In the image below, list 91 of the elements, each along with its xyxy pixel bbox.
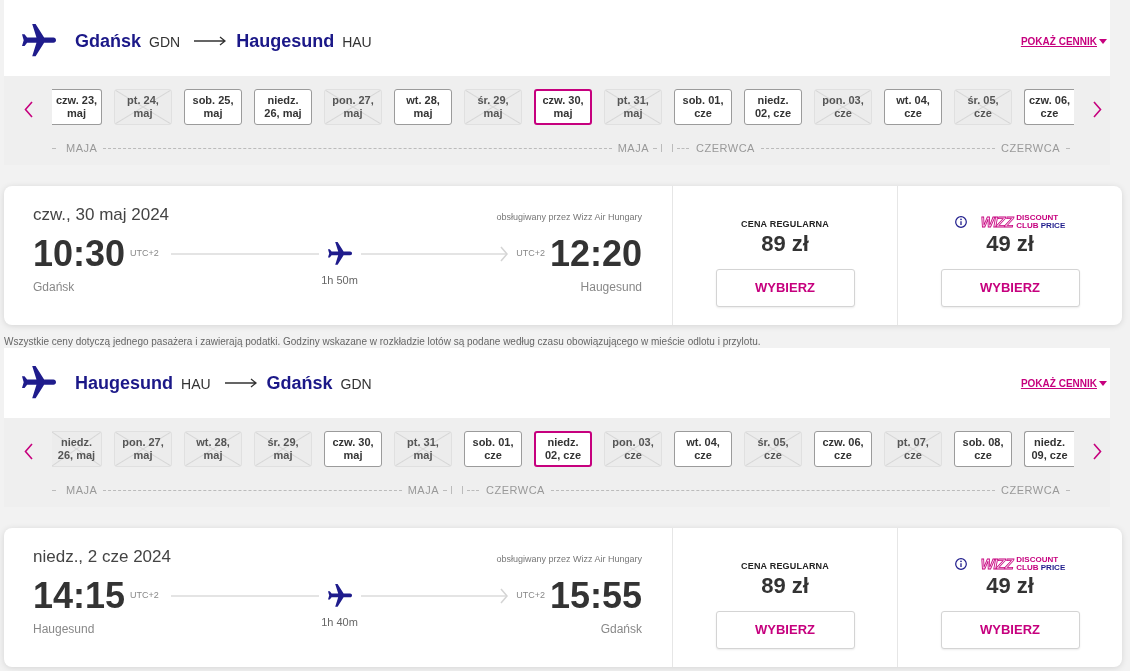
timezone-label: UTC+2 <box>516 589 545 603</box>
date-chip: śr. 05, cze <box>744 431 802 467</box>
fare-price: 49 zł <box>986 232 1034 256</box>
origin-city: Gdańsk <box>33 280 76 294</box>
fare-price: 89 zł <box>761 232 809 256</box>
date-chip: pon. 27, maj <box>324 89 382 125</box>
operator-text: obsługiwany przez Wizz Air Hungary <box>496 212 642 223</box>
select-button[interactable]: WYBIERZ <box>940 611 1080 649</box>
date-chip[interactable]: czw. 23, maj <box>52 89 102 125</box>
date-chip: pt. 24, maj <box>114 89 172 125</box>
origin-code: GDN <box>149 32 181 52</box>
operator-text: obsługiwany przez Wizz Air Hungary <box>496 554 642 565</box>
date-chip: pt. 31, maj <box>604 89 662 125</box>
date-chip[interactable]: sob. 25, maj <box>184 89 242 125</box>
date-chip[interactable]: wt. 28, maj <box>394 89 452 125</box>
flight-date: czw., 30 maj 2024 <box>33 204 170 226</box>
origin-city: Gdańsk <box>75 29 142 53</box>
departure-time: 10:30 <box>33 234 126 274</box>
chevron-left-icon[interactable] <box>24 101 33 118</box>
date-chip[interactable]: niedz. 26, maj <box>254 89 312 125</box>
caret-icon <box>1099 38 1107 44</box>
caret-icon <box>1099 380 1107 386</box>
arrow-icon <box>224 378 257 388</box>
date-chip: pon. 03, cze <box>604 431 662 467</box>
flight-date: niedz., 2 cze 2024 <box>33 546 171 568</box>
origin-city: Haugesund <box>75 371 173 395</box>
month-label: CZERWCA <box>696 140 755 156</box>
date-chip[interactable]: sob. 01, cze <box>464 431 522 467</box>
select-button[interactable]: WYBIERZ <box>715 611 855 649</box>
info-icon[interactable] <box>954 216 967 228</box>
price-table-link[interactable]: POKAŻ CENNIK <box>1020 33 1107 49</box>
month-label: CZERWCA <box>1001 140 1060 156</box>
destination-code: GDN <box>340 374 372 394</box>
date-chip: pt. 07, cze <box>884 431 942 467</box>
fare-price: 49 zł <box>986 574 1034 598</box>
arrow-icon <box>194 36 227 46</box>
arrival-time: 15:55 <box>549 576 642 616</box>
select-button[interactable]: WYBIERZ <box>940 269 1080 307</box>
info-icon[interactable] <box>954 558 967 570</box>
month-label: CZERWCA <box>486 482 545 498</box>
month-label: MAJA <box>407 482 439 498</box>
destination-city: Gdańsk <box>600 622 642 636</box>
airplane-icon <box>22 366 56 400</box>
month-label: MAJA <box>66 140 98 156</box>
date-chip[interactable]: czw. 06, cze <box>1024 89 1074 125</box>
date-chip[interactable]: niedz. 02, cze <box>744 89 802 125</box>
departure-time: 14:15 <box>33 576 126 616</box>
date-chip: wt. 28, maj <box>184 431 242 467</box>
fare-title: CENA REGULARNA <box>741 560 829 572</box>
month-label: CZERWCA <box>1001 482 1060 498</box>
disclaimer-text: Wszystkie ceny dotyczą jednego pasażera i zawierają podatki. Godziny wskazane w rozkładzie lotów są podane według czasu obowiązującego w mieście odlotu i przylotu. <box>4 335 762 348</box>
date-chip[interactable]: czw. 30, maj <box>324 431 382 467</box>
destination-city: Gdańsk <box>266 371 333 395</box>
date-chip[interactable]: niedz. 02, cze <box>534 431 592 467</box>
timezone-label: UTC+2 <box>130 589 159 603</box>
fare-price: 89 zł <box>761 574 809 598</box>
destination-city: Haugesund <box>236 29 335 53</box>
date-chip: pon. 03, cze <box>814 89 872 125</box>
chevron-left-icon[interactable] <box>24 443 33 460</box>
timezone-label: UTC+2 <box>516 247 545 261</box>
fare-title: CENA REGULARNA <box>741 218 829 230</box>
date-chip: pon. 27, maj <box>114 431 172 467</box>
destination-code: HAU <box>342 32 372 52</box>
timezone-label: UTC+2 <box>130 247 159 261</box>
date-chip[interactable]: niedz. 09, cze <box>1024 431 1074 467</box>
origin-city: Haugesund <box>33 622 96 636</box>
flight-duration: 1h 40m <box>321 616 358 628</box>
arrival-time: 12:20 <box>549 234 642 274</box>
month-label: MAJA <box>617 140 649 156</box>
flight-duration: 1h 50m <box>321 274 358 286</box>
month-label: MAJA <box>66 482 98 498</box>
date-chip: śr. 29, maj <box>464 89 522 125</box>
date-chip: śr. 05, cze <box>954 89 1012 125</box>
airplane-icon <box>22 24 56 58</box>
date-chip[interactable]: czw. 30, maj <box>534 89 592 125</box>
origin-code: HAU <box>181 374 211 394</box>
date-chip[interactable]: sob. 08, cze <box>954 431 1012 467</box>
airplane-icon <box>327 584 352 608</box>
date-chip: niedz. 26, maj <box>52 431 102 467</box>
date-chip: pt. 31, maj <box>394 431 452 467</box>
price-table-link[interactable]: POKAŻ CENNIK <box>1020 375 1107 391</box>
destination-city: Haugesund <box>580 280 642 294</box>
date-chip[interactable]: czw. 06, cze <box>814 431 872 467</box>
chevron-right-icon[interactable] <box>1093 101 1102 118</box>
date-chip[interactable]: wt. 04, cze <box>884 89 942 125</box>
date-chip[interactable]: sob. 01, cze <box>674 89 732 125</box>
airplane-icon <box>327 242 352 266</box>
chevron-right-icon[interactable] <box>1093 443 1102 460</box>
date-chip[interactable]: wt. 04, cze <box>674 431 732 467</box>
select-button[interactable]: WYBIERZ <box>715 269 855 307</box>
date-chip: śr. 29, maj <box>254 431 312 467</box>
